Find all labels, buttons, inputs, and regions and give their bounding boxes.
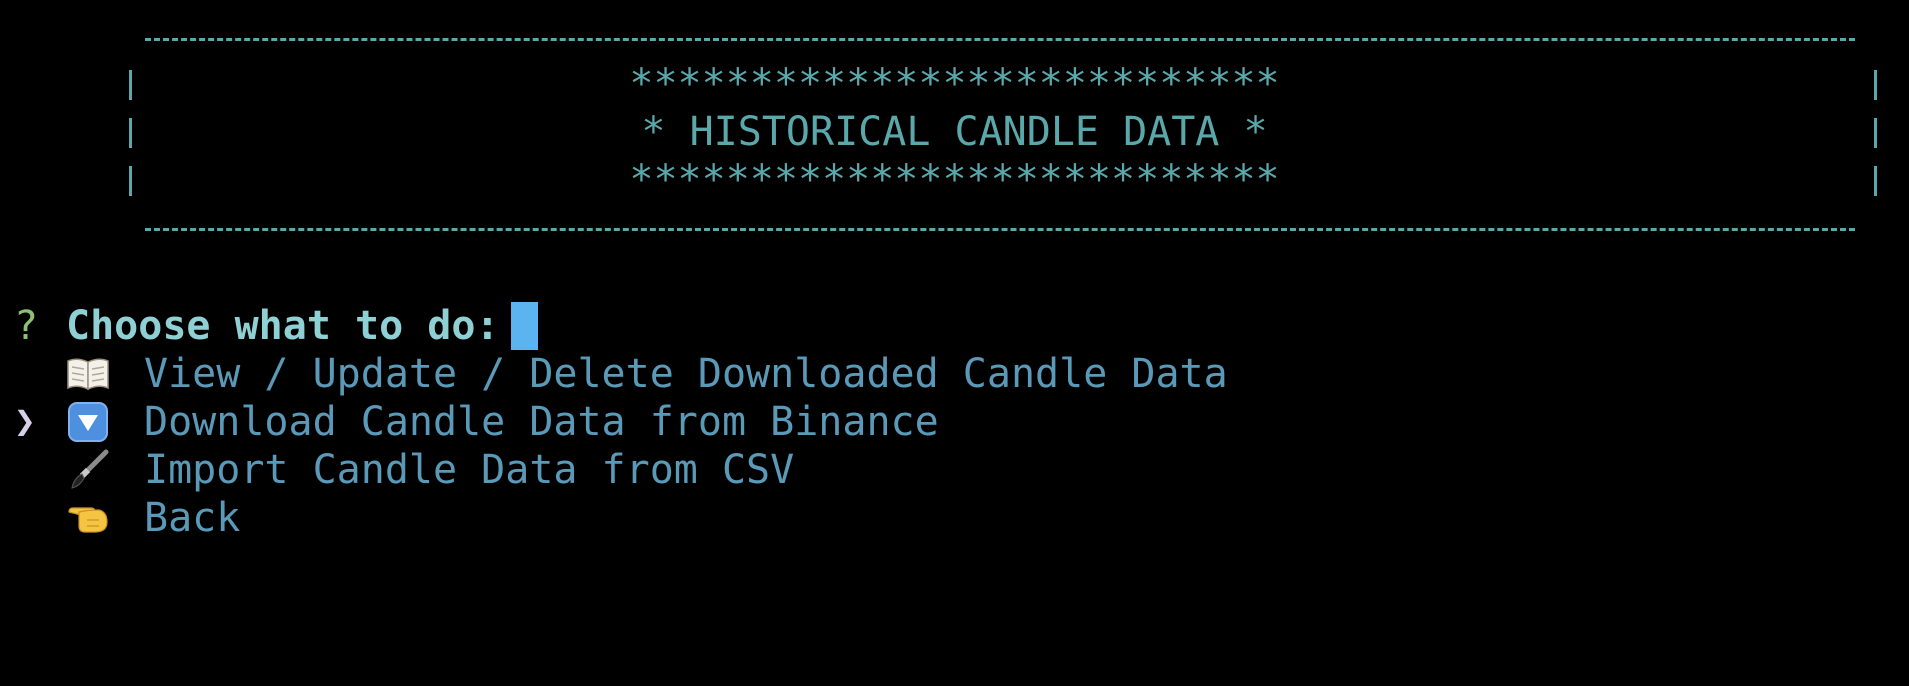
- down-arrow-box-icon: [64, 398, 112, 446]
- menu-list: View / Update / Delete Downloaded Candle…: [0, 350, 1909, 542]
- menu-item-label: Back: [144, 495, 241, 541]
- prompt-question: Choose what to do:: [66, 303, 500, 349]
- menu-item-download-binance[interactable]: ❯ Download Candle Data from Binance: [0, 398, 1909, 446]
- banner: *************************** * HISTORICAL…: [0, 0, 1909, 240]
- banner-stars-bottom: ***************************: [629, 157, 1280, 203]
- selection-pointer-icon: ❯: [14, 401, 36, 442]
- banner-bottom-border: [145, 228, 1855, 231]
- menu-item-back[interactable]: Back: [0, 494, 1909, 542]
- menu-item-label: View / Update / Delete Downloaded Candle…: [144, 351, 1228, 397]
- terminal-window[interactable]: *************************** * HISTORICAL…: [0, 0, 1909, 545]
- question-mark: ?: [14, 303, 39, 349]
- menu-item-label: Import Candle Data from CSV: [144, 447, 795, 493]
- banner-top-border: [145, 38, 1855, 41]
- text-cursor[interactable]: [511, 302, 539, 350]
- menu-item-label: Download Candle Data from Binance: [144, 399, 939, 445]
- menu-item-import-csv[interactable]: Import Candle Data from CSV: [0, 446, 1909, 494]
- banner-title: * HISTORICAL CANDLE DATA *: [641, 109, 1268, 155]
- paintbrush-icon: [64, 446, 112, 494]
- menu-item-view-update-delete[interactable]: View / Update / Delete Downloaded Candle…: [0, 350, 1909, 398]
- prompt-line: ? Choose what to do:: [14, 302, 539, 350]
- pointing-hand-left-icon: [64, 494, 112, 542]
- banner-stars-top: ***************************: [629, 61, 1280, 107]
- open-book-icon: [64, 350, 112, 398]
